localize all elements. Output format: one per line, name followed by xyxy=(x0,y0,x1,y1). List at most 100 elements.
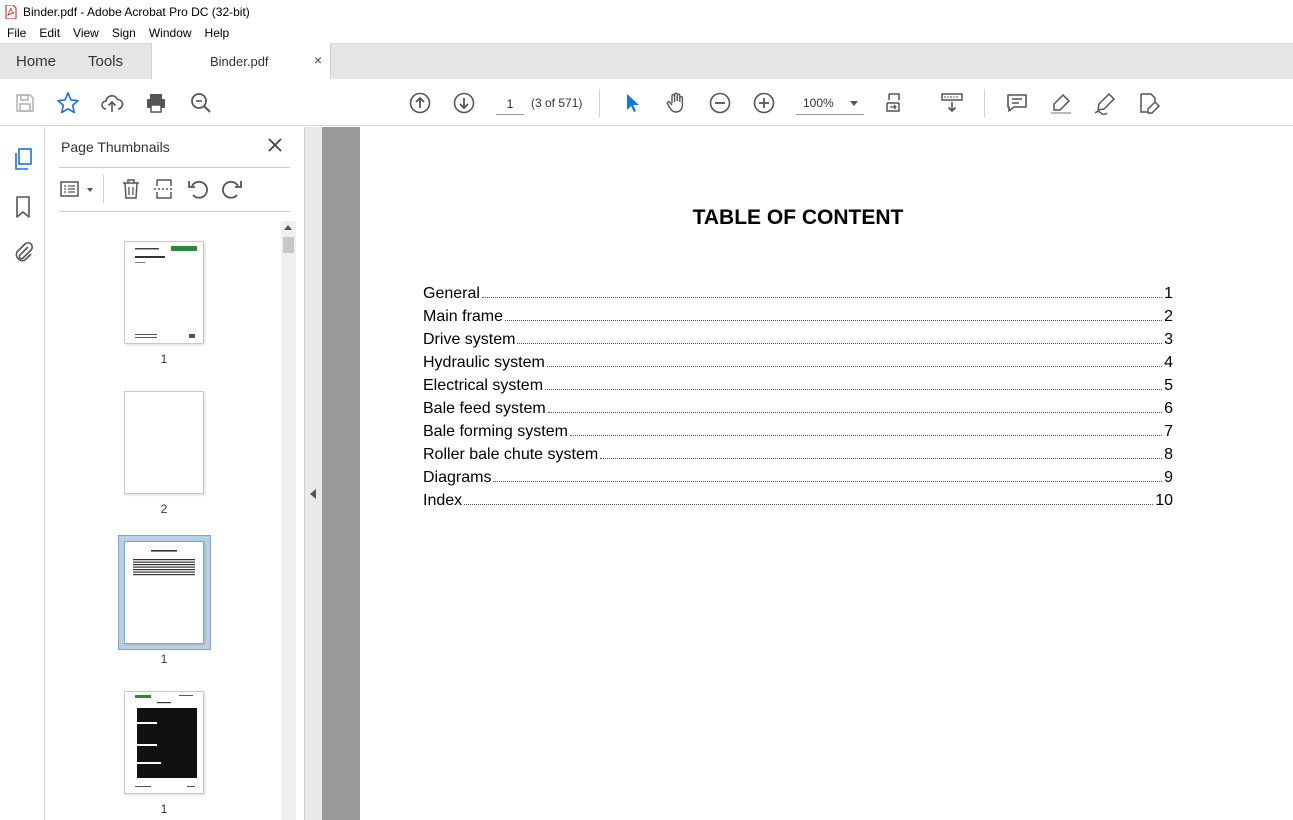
zoom-value: 100% xyxy=(803,96,834,110)
toc-leader-dots xyxy=(493,481,1163,482)
toc-entry[interactable]: Electrical system 5 xyxy=(423,377,1173,400)
toc-leader-dots xyxy=(546,366,1163,367)
left-rail xyxy=(0,127,45,820)
toc-entry-page: 4 xyxy=(1164,354,1173,371)
toc-leader-dots xyxy=(505,320,1163,321)
toc-leader-dots xyxy=(569,435,1163,436)
thumbnail-label: 2 xyxy=(160,502,168,516)
zoom-select[interactable]: 100% xyxy=(796,93,864,115)
menu-help[interactable]: Help xyxy=(198,26,236,40)
thumbnails-panel: Page Thumbnails 1 2 1 1 xyxy=(45,127,304,820)
page-thumbnail-preview xyxy=(133,550,195,576)
toc-entry[interactable]: Hydraulic system 4 xyxy=(423,354,1173,377)
save-icon[interactable] xyxy=(13,91,37,115)
thumbnail-options-icon[interactable] xyxy=(59,177,83,201)
upload-icon[interactable] xyxy=(100,91,124,115)
arrow-down-icon[interactable] xyxy=(452,91,476,115)
page-thumbnail[interactable] xyxy=(124,391,204,494)
toolbar-divider xyxy=(599,89,600,117)
toc-entry-label: Hydraulic system xyxy=(423,354,545,371)
trash-icon[interactable] xyxy=(119,177,143,201)
page-fit-icon[interactable] xyxy=(884,91,908,115)
extract-pages-icon[interactable] xyxy=(152,177,176,201)
zoom-in-icon[interactable] xyxy=(752,91,776,115)
chevron-down-icon xyxy=(850,101,858,106)
tab-close-icon[interactable]: × xyxy=(314,52,322,68)
comment-icon[interactable] xyxy=(1005,91,1029,115)
toc-entry-label: Bale forming system xyxy=(423,423,568,440)
tab-document[interactable]: Binder.pdf × xyxy=(151,43,331,80)
menu-sign[interactable]: Sign xyxy=(105,26,142,40)
edit-pdf-icon[interactable] xyxy=(1137,91,1161,115)
scroll-mode-icon[interactable] xyxy=(940,91,964,115)
chevron-down-icon[interactable] xyxy=(87,188,93,192)
toc-leader-dots xyxy=(600,458,1163,459)
panel-splitter[interactable] xyxy=(304,127,322,820)
bookmark-icon[interactable] xyxy=(11,195,35,219)
highlight-icon[interactable] xyxy=(1049,91,1073,115)
hand-icon[interactable] xyxy=(664,91,688,115)
toc-leader-dots xyxy=(464,504,1154,505)
page-thumbnail[interactable] xyxy=(124,241,204,344)
toc-leader-dots xyxy=(517,343,1163,344)
toc-entry-page: 7 xyxy=(1164,423,1173,440)
page-count: (3 of 571) xyxy=(531,96,583,110)
scrollbar-thumb[interactable] xyxy=(283,237,294,253)
toc-entry-page: 2 xyxy=(1164,308,1173,325)
toolbar: (3 of 571) 100% xyxy=(0,79,1293,184)
menu-file[interactable]: File xyxy=(0,26,32,40)
toc-entry-label: Roller bale chute system xyxy=(423,446,599,463)
rotate-left-icon[interactable] xyxy=(186,177,210,201)
document-page: TABLE OF CONTENT General 1 Main frame 2 Dr… xyxy=(360,127,1293,820)
toc-leader-dots xyxy=(545,389,1163,390)
toc-entry-page: 1 xyxy=(1164,285,1173,302)
print-icon[interactable] xyxy=(144,91,168,115)
select-pointer-icon[interactable] xyxy=(620,91,644,115)
tab-document-label: Binder.pdf xyxy=(210,54,269,69)
page-thumbnail[interactable] xyxy=(124,691,204,794)
menu-window[interactable]: Window xyxy=(142,26,198,40)
panel-divider xyxy=(59,167,290,168)
toc-entry-label: Drive system xyxy=(423,331,516,348)
sign-icon[interactable] xyxy=(1093,91,1117,115)
toc-entry-label: Bale feed system xyxy=(423,400,546,417)
chevron-up-icon[interactable] xyxy=(284,225,292,230)
tab-home[interactable]: Home xyxy=(16,53,56,70)
collapse-panel-icon[interactable] xyxy=(310,489,316,499)
arrow-up-icon[interactable] xyxy=(408,91,432,115)
pdf-app-icon xyxy=(5,4,17,19)
thumbnail-label: 1 xyxy=(160,652,168,666)
page-thumbnail-preview xyxy=(135,246,197,338)
menu-edit[interactable]: Edit xyxy=(32,26,66,40)
star-icon[interactable] xyxy=(56,91,80,115)
rotate-right-icon[interactable] xyxy=(220,177,244,201)
close-icon[interactable] xyxy=(267,137,283,153)
attachment-icon[interactable] xyxy=(11,240,35,264)
toc-entry[interactable]: Main frame 2 xyxy=(423,308,1173,331)
page-number-input[interactable] xyxy=(496,93,524,115)
search-zoom-icon[interactable] xyxy=(189,91,213,115)
page-thumbnail-selected[interactable] xyxy=(124,541,204,644)
panel-toolbar-divider xyxy=(103,175,104,203)
toc-entry[interactable]: Index 10 xyxy=(423,492,1173,515)
toc-entry[interactable]: Roller bale chute system 8 xyxy=(423,446,1173,469)
document-viewport[interactable]: TABLE OF CONTENT General 1 Main frame 2 Dr… xyxy=(322,127,1293,820)
title-bar: Binder.pdf - Adobe Acrobat Pro DC (32-bi… xyxy=(0,0,1293,23)
toc-entry[interactable]: General 1 xyxy=(423,285,1173,308)
toc-entry-label: Electrical system xyxy=(423,377,544,394)
toc-entry[interactable]: Diagrams 9 xyxy=(423,469,1173,492)
toc-entry-page: 9 xyxy=(1164,469,1173,486)
menu-view[interactable]: View xyxy=(66,26,105,40)
panel-divider xyxy=(59,211,290,212)
toc-entry-label: General xyxy=(423,285,480,302)
toc-entry[interactable]: Drive system 3 xyxy=(423,331,1173,354)
pages-icon[interactable] xyxy=(11,147,35,171)
toc-entry-page: 3 xyxy=(1164,331,1173,348)
menu-bar: File Edit View Sign Window Help xyxy=(0,23,1293,43)
toc-entry[interactable]: Bale forming system 7 xyxy=(423,423,1173,446)
toc-entry-page: 5 xyxy=(1164,377,1173,394)
tab-tools[interactable]: Tools xyxy=(88,53,123,70)
zoom-out-icon[interactable] xyxy=(708,91,732,115)
toc-entry[interactable]: Bale feed system 6 xyxy=(423,400,1173,423)
thumbnail-scrollbar[interactable] xyxy=(281,221,296,820)
